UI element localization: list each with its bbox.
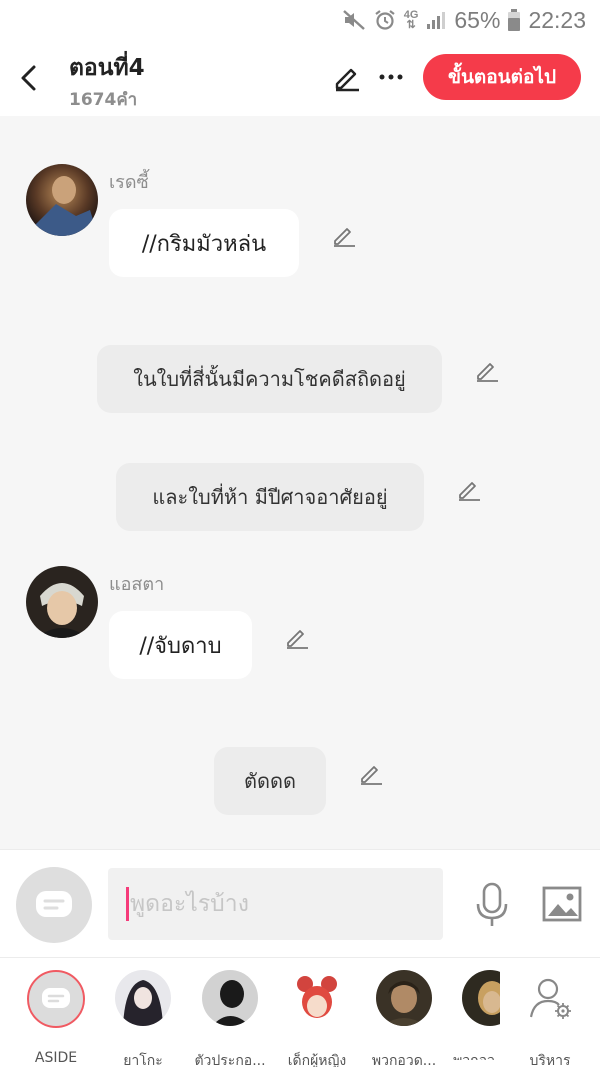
character-aside[interactable]: ASIDE — [13, 970, 97, 1066]
character-avatar — [462, 970, 500, 1026]
speaker-name: เรดซี้ — [109, 172, 149, 193]
message-bubble[interactable]: //กริมมัวหล่น — [109, 209, 299, 277]
character-name: เด็กผู้หญิง — [287, 1053, 347, 1067]
edit-message-icon[interactable] — [455, 475, 483, 503]
episode-title: ตอนที่4 — [69, 55, 145, 81]
character-name: บริหาร — [529, 1053, 571, 1067]
edit-message-icon[interactable] — [330, 221, 358, 249]
image-icon — [542, 886, 582, 922]
user-settings-icon — [529, 978, 571, 1019]
alarm-icon — [374, 9, 396, 31]
narration-bubble[interactable]: ตัดดด — [214, 747, 326, 815]
aside-toggle-button[interactable] — [16, 867, 92, 943]
more-dots-icon — [379, 74, 403, 80]
message-bubble[interactable]: //จับดาบ — [109, 611, 252, 679]
more-options-button[interactable] — [374, 60, 408, 94]
chat-bubble-icon — [36, 891, 72, 917]
character-avatar — [115, 970, 171, 1026]
mute-icon — [342, 9, 366, 31]
character-item[interactable]: พวกอว — [442, 970, 500, 1060]
microphone-button[interactable] — [470, 880, 514, 930]
header: ตอนที่4 1674คำ ขั้นตอนต่อไป — [0, 40, 600, 116]
character-avatar — [376, 970, 432, 1026]
aside-avatar — [27, 970, 85, 1028]
composer-bar: พูดอะไรบ้าง — [0, 849, 600, 957]
manage-characters-button[interactable]: บริหาร — [507, 970, 591, 1067]
edit-message-icon[interactable] — [357, 759, 385, 787]
chevron-left-icon — [21, 65, 36, 91]
signal-icon — [426, 10, 446, 30]
character-name: ยาโกะ — [123, 1053, 163, 1067]
edit-message-icon[interactable] — [283, 623, 311, 651]
back-button[interactable] — [14, 60, 42, 96]
word-count: 1674คำ — [69, 90, 138, 110]
character-item[interactable]: เด็กผู้หญิง — [274, 970, 358, 1067]
character-bar: ASIDE ยาโกะ ตัวประกอ... เด็กผู้หญิง พวกอ… — [0, 957, 600, 1067]
edit-title-button[interactable] — [330, 60, 364, 94]
clock: 22:23 — [528, 6, 586, 33]
character-name: ASIDE — [34, 1050, 78, 1066]
manage-avatar — [523, 970, 579, 1026]
character-avatar — [289, 970, 345, 1026]
character-name: ตัวประกอ... — [194, 1053, 266, 1067]
avatar-speaker-2[interactable] — [26, 566, 98, 638]
chat-area: เรดซี้ //กริมมัวหล่น ในใบที่สี่นั้นมีควา… — [0, 116, 600, 849]
character-name: พวกอว — [448, 1050, 500, 1060]
speaker-name: แอสตา — [109, 574, 165, 595]
network-4g-icon: 4G ⇅ — [403, 9, 419, 31]
chat-bubble-icon — [42, 988, 70, 1008]
character-name: พวกอวด... — [371, 1053, 437, 1067]
narration-bubble[interactable]: และใบที่ห้า มีปีศาจอาศัยอยู่ — [116, 463, 424, 531]
battery-icon — [508, 9, 521, 31]
image-button[interactable] — [540, 882, 584, 926]
input-placeholder: พูดอะไรบ้าง — [130, 891, 249, 917]
character-item[interactable]: ตัวประกอ... — [187, 970, 271, 1067]
text-caret — [126, 887, 129, 921]
microphone-icon — [476, 882, 508, 926]
edit-message-icon[interactable] — [473, 356, 501, 384]
next-step-button[interactable]: ขั้นตอนต่อไป — [423, 54, 581, 100]
narration-bubble[interactable]: ในใบที่สี่นั้นมีความโชคดีสถิดอยู่ — [97, 345, 442, 413]
message-input[interactable]: พูดอะไรบ้าง — [108, 868, 443, 940]
character-avatar — [202, 970, 258, 1026]
status-bar: 4G ⇅ 65% 22:23 — [0, 0, 600, 40]
pencil-icon — [335, 68, 359, 92]
character-item[interactable]: พวกอวด... — [361, 970, 445, 1067]
character-item[interactable]: ยาโกะ — [100, 970, 184, 1067]
avatar-speaker-1[interactable] — [26, 164, 98, 236]
battery-percent: 65% — [454, 6, 501, 33]
